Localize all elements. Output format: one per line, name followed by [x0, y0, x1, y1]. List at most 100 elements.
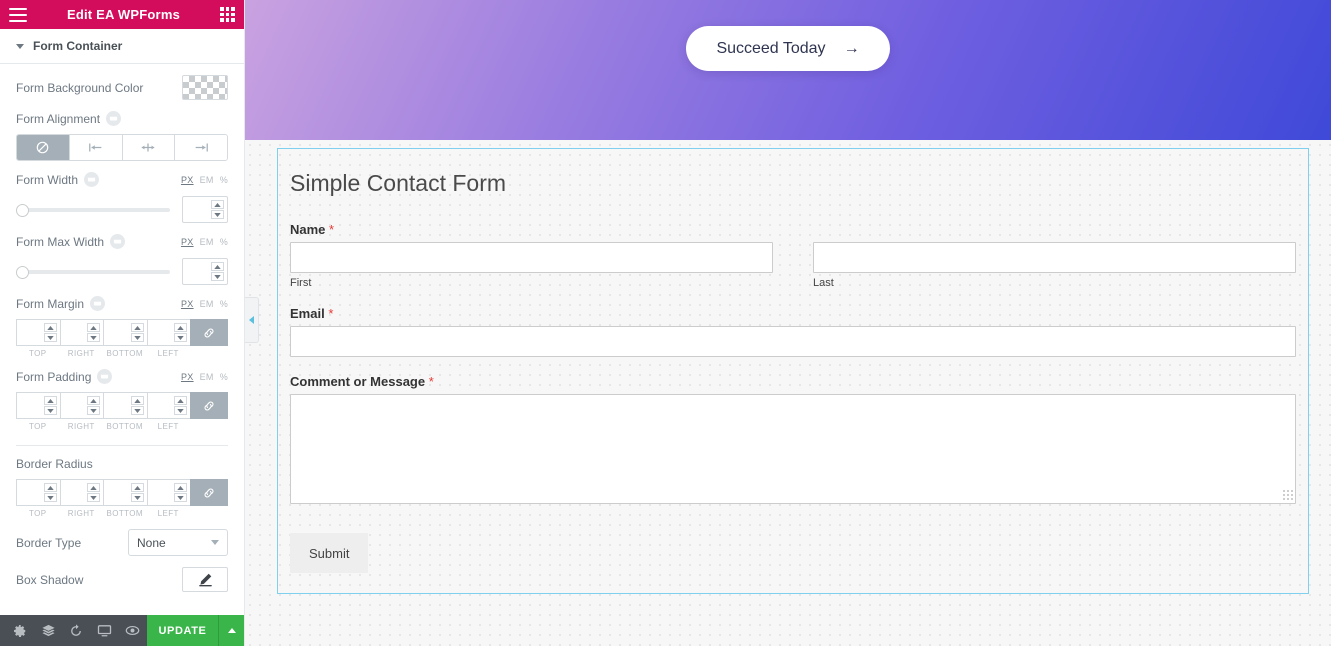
input-padding-top[interactable]	[16, 392, 60, 419]
link-values-icon-padding[interactable]	[190, 392, 228, 419]
spinner-up-icon[interactable]	[43, 323, 57, 332]
spinner-down-icon[interactable]	[174, 333, 187, 342]
spinner-down-icon[interactable]	[87, 493, 100, 502]
input-padding-left[interactable]	[146, 392, 190, 419]
spinner-up-icon[interactable]	[87, 483, 100, 492]
color-swatch-transparent[interactable]	[182, 75, 228, 100]
spinner-up-icon[interactable]	[130, 483, 144, 492]
responsive-device-icon[interactable]	[106, 111, 122, 126]
unit-em[interactable]: EM	[200, 372, 214, 382]
unit-em[interactable]: EM	[200, 299, 214, 309]
link-values-icon-margin[interactable]	[190, 319, 228, 346]
preview-eye-icon[interactable]	[118, 615, 146, 646]
unit-percent[interactable]: %	[220, 175, 228, 185]
unit-percent[interactable]: %	[220, 299, 228, 309]
spinner-padding-left[interactable]	[174, 396, 187, 415]
spinner-down-icon[interactable]	[43, 333, 57, 342]
panel-collapse-toggle[interactable]	[245, 297, 259, 343]
responsive-device-icon[interactable]	[90, 296, 106, 311]
spinner-up-icon[interactable]	[43, 483, 57, 492]
spinner-radius-top[interactable]	[43, 483, 57, 502]
unit-px[interactable]: PX	[181, 237, 194, 247]
unit-px[interactable]: PX	[181, 372, 194, 382]
spinner-down-icon[interactable]	[43, 493, 57, 502]
spinner-margin-bottom[interactable]	[130, 323, 144, 342]
spinner-up-icon[interactable]	[130, 396, 144, 405]
input-padding-bottom[interactable]	[103, 392, 147, 419]
select-border-type[interactable]: None	[128, 529, 228, 556]
input-radius-right[interactable]	[59, 479, 103, 506]
spinner-down-icon[interactable]	[43, 406, 57, 415]
update-button[interactable]: UPDATE	[147, 615, 218, 646]
input-margin-left[interactable]	[146, 319, 190, 346]
responsive-device-icon[interactable]	[110, 234, 126, 249]
align-option-center[interactable]	[122, 135, 176, 160]
align-option-right[interactable]	[175, 135, 227, 160]
spinner-padding-top[interactable]	[43, 396, 57, 415]
spinner-up-icon[interactable]	[87, 323, 100, 332]
spinner-margin-left[interactable]	[174, 323, 187, 342]
input-margin-right[interactable]	[59, 319, 103, 346]
spinner-down-icon[interactable]	[130, 333, 144, 342]
spinner-down-icon[interactable]	[211, 272, 224, 281]
unit-percent[interactable]: %	[220, 372, 228, 382]
align-option-none[interactable]	[17, 135, 70, 160]
input-form-max-width[interactable]	[182, 258, 228, 285]
input-padding-right[interactable]	[59, 392, 103, 419]
slider-handle[interactable]	[16, 203, 29, 217]
spinner-up-icon[interactable]	[87, 396, 100, 405]
slider-form-width[interactable]	[16, 202, 170, 218]
spinner-margin-right[interactable]	[87, 323, 100, 342]
wpforms-widget[interactable]: Simple Contact Form Name * First Last Em…	[277, 148, 1309, 595]
input-radius-bottom[interactable]	[103, 479, 147, 506]
input-margin-bottom[interactable]	[103, 319, 147, 346]
slider-form-max-width[interactable]	[16, 264, 170, 280]
spinner-padding-bottom[interactable]	[130, 396, 144, 415]
submit-button[interactable]: Submit	[290, 533, 369, 574]
align-option-left[interactable]	[69, 135, 123, 160]
section-header-form-container[interactable]: Form Container	[0, 29, 244, 64]
unit-px[interactable]: PX	[181, 175, 194, 185]
spinner-down-icon[interactable]	[87, 333, 100, 342]
gear-icon[interactable]	[6, 615, 34, 646]
unit-percent[interactable]: %	[220, 237, 228, 247]
slider-handle[interactable]	[16, 265, 29, 279]
unit-px[interactable]: PX	[181, 299, 194, 309]
responsive-device-icon[interactable]	[84, 172, 100, 187]
spinner-margin-top[interactable]	[43, 323, 57, 342]
spinner-up-icon[interactable]	[211, 262, 224, 271]
input-form-width[interactable]	[182, 196, 228, 223]
spinner-up-icon[interactable]	[211, 200, 224, 209]
spinner-down-icon[interactable]	[130, 406, 144, 415]
input-radius-left[interactable]	[146, 479, 190, 506]
input-comment[interactable]	[290, 394, 1296, 505]
unit-em[interactable]: EM	[200, 237, 214, 247]
spinner-down-icon[interactable]	[130, 493, 144, 502]
spinner-form-max-width[interactable]	[211, 262, 224, 281]
desktop-icon[interactable]	[90, 615, 118, 646]
input-margin-top[interactable]	[16, 319, 60, 346]
spinner-padding-right[interactable]	[87, 396, 100, 415]
layers-icon[interactable]	[34, 615, 62, 646]
spinner-up-icon[interactable]	[130, 323, 144, 332]
input-radius-top[interactable]	[16, 479, 60, 506]
input-name-last[interactable]	[813, 242, 1296, 274]
spinner-down-icon[interactable]	[174, 493, 187, 502]
succeed-today-button[interactable]: Succeed Today →	[686, 26, 890, 71]
spinner-radius-bottom[interactable]	[130, 483, 144, 502]
spinner-down-icon[interactable]	[174, 406, 187, 415]
grid-icon[interactable]	[220, 7, 235, 22]
update-options-button[interactable]	[218, 615, 244, 646]
unit-em[interactable]: EM	[200, 175, 214, 185]
edit-box-shadow-button[interactable]	[182, 567, 228, 592]
spinner-radius-left[interactable]	[174, 483, 187, 502]
spinner-up-icon[interactable]	[43, 396, 57, 405]
link-values-icon-border-radius[interactable]	[190, 479, 228, 506]
responsive-device-icon[interactable]	[97, 369, 113, 384]
spinner-up-icon[interactable]	[174, 396, 187, 405]
spinner-radius-right[interactable]	[87, 483, 100, 502]
spinner-up-icon[interactable]	[174, 323, 187, 332]
spinner-form-width[interactable]	[211, 200, 224, 219]
hamburger-icon[interactable]	[9, 7, 27, 22]
spinner-down-icon[interactable]	[211, 210, 224, 219]
